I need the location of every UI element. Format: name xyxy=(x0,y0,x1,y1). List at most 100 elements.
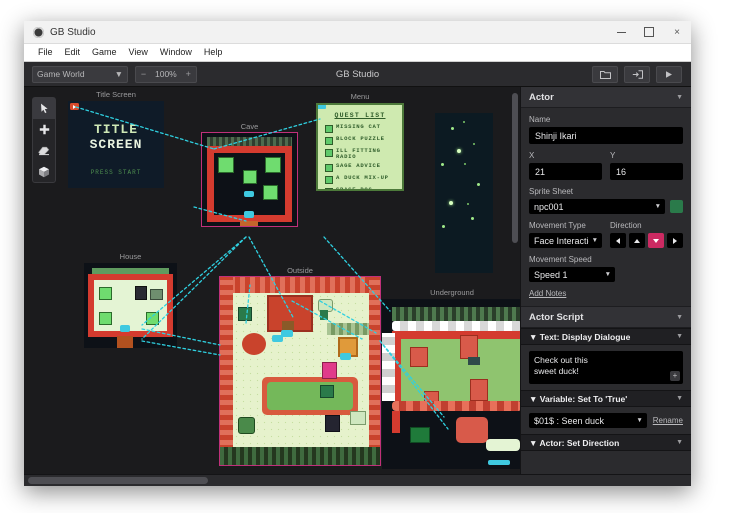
scene-space[interactable] xyxy=(435,113,493,273)
scene-cave[interactable]: Cave xyxy=(201,122,298,227)
actor-sprite[interactable] xyxy=(99,312,112,325)
add-notes-link[interactable]: Add Notes xyxy=(529,289,683,298)
export-button[interactable] xyxy=(624,65,650,83)
scene-house[interactable]: House xyxy=(84,252,177,348)
minimize-button[interactable] xyxy=(607,21,635,43)
select-tool[interactable] xyxy=(33,98,55,119)
rename-variable-link[interactable]: Rename xyxy=(653,416,683,425)
actor-sprite[interactable] xyxy=(238,417,255,434)
direction-left-button[interactable] xyxy=(610,233,626,248)
object-sprite[interactable] xyxy=(410,427,430,443)
menu-view[interactable]: View xyxy=(123,44,154,61)
erase-tool[interactable] xyxy=(33,140,55,161)
close-button[interactable]: × xyxy=(663,21,691,43)
scene-preview[interactable] xyxy=(201,132,298,227)
object-sprite[interactable] xyxy=(460,335,478,359)
canvas-vertical-scrollbar[interactable] xyxy=(512,93,518,243)
direction-up-button[interactable] xyxy=(629,233,645,248)
actor-sprite[interactable] xyxy=(146,312,159,325)
checkbox-icon[interactable] xyxy=(325,176,333,184)
scene-exit-marker[interactable] xyxy=(340,353,351,360)
scene-underground[interactable]: Underground xyxy=(382,288,520,469)
chevron-down-icon[interactable]: ▼ xyxy=(676,395,683,402)
trigger-zone[interactable] xyxy=(244,191,254,197)
scene-menu[interactable]: Menu QUEST LIST MISSING CAT BLOCK PUZZLE xyxy=(316,92,404,191)
menu-file[interactable]: File xyxy=(32,44,59,61)
dialogue-textarea[interactable]: Check out this sweet duck! + xyxy=(529,351,683,384)
menu-game[interactable]: Game xyxy=(86,44,123,61)
checkbox-icon[interactable] xyxy=(325,149,333,157)
star xyxy=(441,163,444,166)
name-input[interactable]: Shinji Ikari xyxy=(529,127,683,144)
direction-down-button[interactable] xyxy=(648,233,664,248)
actor-sprite[interactable] xyxy=(238,307,252,321)
checkbox-icon[interactable] xyxy=(325,164,333,172)
menu-window[interactable]: Window xyxy=(154,44,198,61)
horizontal-scrollbar[interactable] xyxy=(24,474,691,486)
sprite-sheet-select[interactable]: npc001 ▼ xyxy=(529,199,665,214)
actor-section-header[interactable]: Actor ▼ xyxy=(521,87,691,108)
scene-exit-marker[interactable] xyxy=(488,460,510,465)
chevron-down-icon[interactable]: ▼ xyxy=(676,439,683,446)
world-canvas[interactable]: Title Screen TITLE SCREEN PRESS START Me… xyxy=(24,87,520,474)
scrollbar-thumb[interactable] xyxy=(28,477,208,484)
scene-preview[interactable]: QUEST LIST MISSING CAT BLOCK PUZZLE ILL … xyxy=(316,103,404,191)
scene-exit-marker[interactable] xyxy=(244,211,254,218)
actor-sprite[interactable] xyxy=(218,157,234,173)
scene-preview[interactable]: A: 7/9 F: 14/25 T: 3/9 xyxy=(219,276,381,466)
zoom-in-button[interactable]: + xyxy=(181,68,196,81)
zoom-out-button[interactable]: − xyxy=(136,68,151,81)
actor-sprite[interactable] xyxy=(320,310,328,320)
add-dialogue-button[interactable]: + xyxy=(670,371,680,381)
checkbox-icon[interactable] xyxy=(325,137,333,145)
actor-sprite[interactable] xyxy=(243,170,257,184)
open-project-button[interactable] xyxy=(592,65,618,83)
menu-edit[interactable]: Edit xyxy=(59,44,87,61)
scene-tool[interactable] xyxy=(33,161,55,182)
star xyxy=(477,183,480,186)
trigger-zone[interactable] xyxy=(272,335,283,342)
run-button[interactable] xyxy=(656,65,682,83)
menu-help[interactable]: Help xyxy=(198,44,229,61)
actor-sprite[interactable] xyxy=(325,415,340,432)
object-sprite[interactable] xyxy=(350,411,366,425)
chevron-down-icon[interactable]: ▼ xyxy=(676,94,683,101)
object-sprite[interactable] xyxy=(470,379,488,401)
x-input[interactable]: 21 xyxy=(529,163,602,180)
actor-sprite[interactable] xyxy=(263,185,278,200)
object-sprite[interactable] xyxy=(468,357,480,365)
script-event-header[interactable]: ▼ Actor: Set Direction ▼ xyxy=(521,434,691,451)
scene-title-screen[interactable]: Title Screen TITLE SCREEN PRESS START xyxy=(68,90,164,188)
scene-preview[interactable] xyxy=(84,263,177,348)
chevron-down-icon[interactable]: ▼ xyxy=(676,314,683,321)
scene-exit-marker[interactable] xyxy=(120,325,130,332)
actor-sprite[interactable] xyxy=(135,286,147,300)
actor-sprite[interactable] xyxy=(322,362,337,379)
movement-type-select[interactable]: Face Interaction ▼ xyxy=(529,233,602,248)
maximize-button[interactable] xyxy=(635,21,663,43)
actor-sprite[interactable] xyxy=(265,157,281,173)
script-event-header[interactable]: ▼ Variable: Set To 'True' ▼ xyxy=(521,390,691,407)
actor-sprite[interactable] xyxy=(320,385,334,398)
chevron-down-icon[interactable]: ▼ xyxy=(676,333,683,340)
variable-select[interactable]: $01$ : Seen duck ▼ xyxy=(529,413,647,428)
direction-right-button[interactable] xyxy=(667,233,683,248)
checkbox-icon[interactable] xyxy=(325,125,333,133)
checkbox-icon[interactable] xyxy=(325,188,333,189)
scene-preview[interactable] xyxy=(435,113,493,273)
sprite-sheet-label: Sprite Sheet xyxy=(529,187,574,196)
script-event-header[interactable]: ▼ Text: Display Dialogue ▼ xyxy=(521,328,691,345)
movement-speed-select[interactable]: Speed 1 ▼ xyxy=(529,267,615,282)
scene-preview[interactable]: TITLE SCREEN PRESS START xyxy=(68,101,164,188)
terrain-bush-bottom xyxy=(220,447,380,465)
object-sprite[interactable] xyxy=(410,347,428,367)
add-tool[interactable] xyxy=(33,119,55,140)
actor-sprite[interactable] xyxy=(99,287,112,300)
scene-preview[interactable] xyxy=(382,299,520,469)
y-input[interactable]: 16 xyxy=(610,163,683,180)
world-select-dropdown[interactable]: Game World ▼ xyxy=(32,65,128,83)
underground-rock-row xyxy=(392,401,520,411)
script-section-header[interactable]: Actor Script ▼ xyxy=(521,306,691,328)
scene-outside[interactable]: Outside xyxy=(219,266,381,466)
object-sprite[interactable] xyxy=(150,289,163,300)
